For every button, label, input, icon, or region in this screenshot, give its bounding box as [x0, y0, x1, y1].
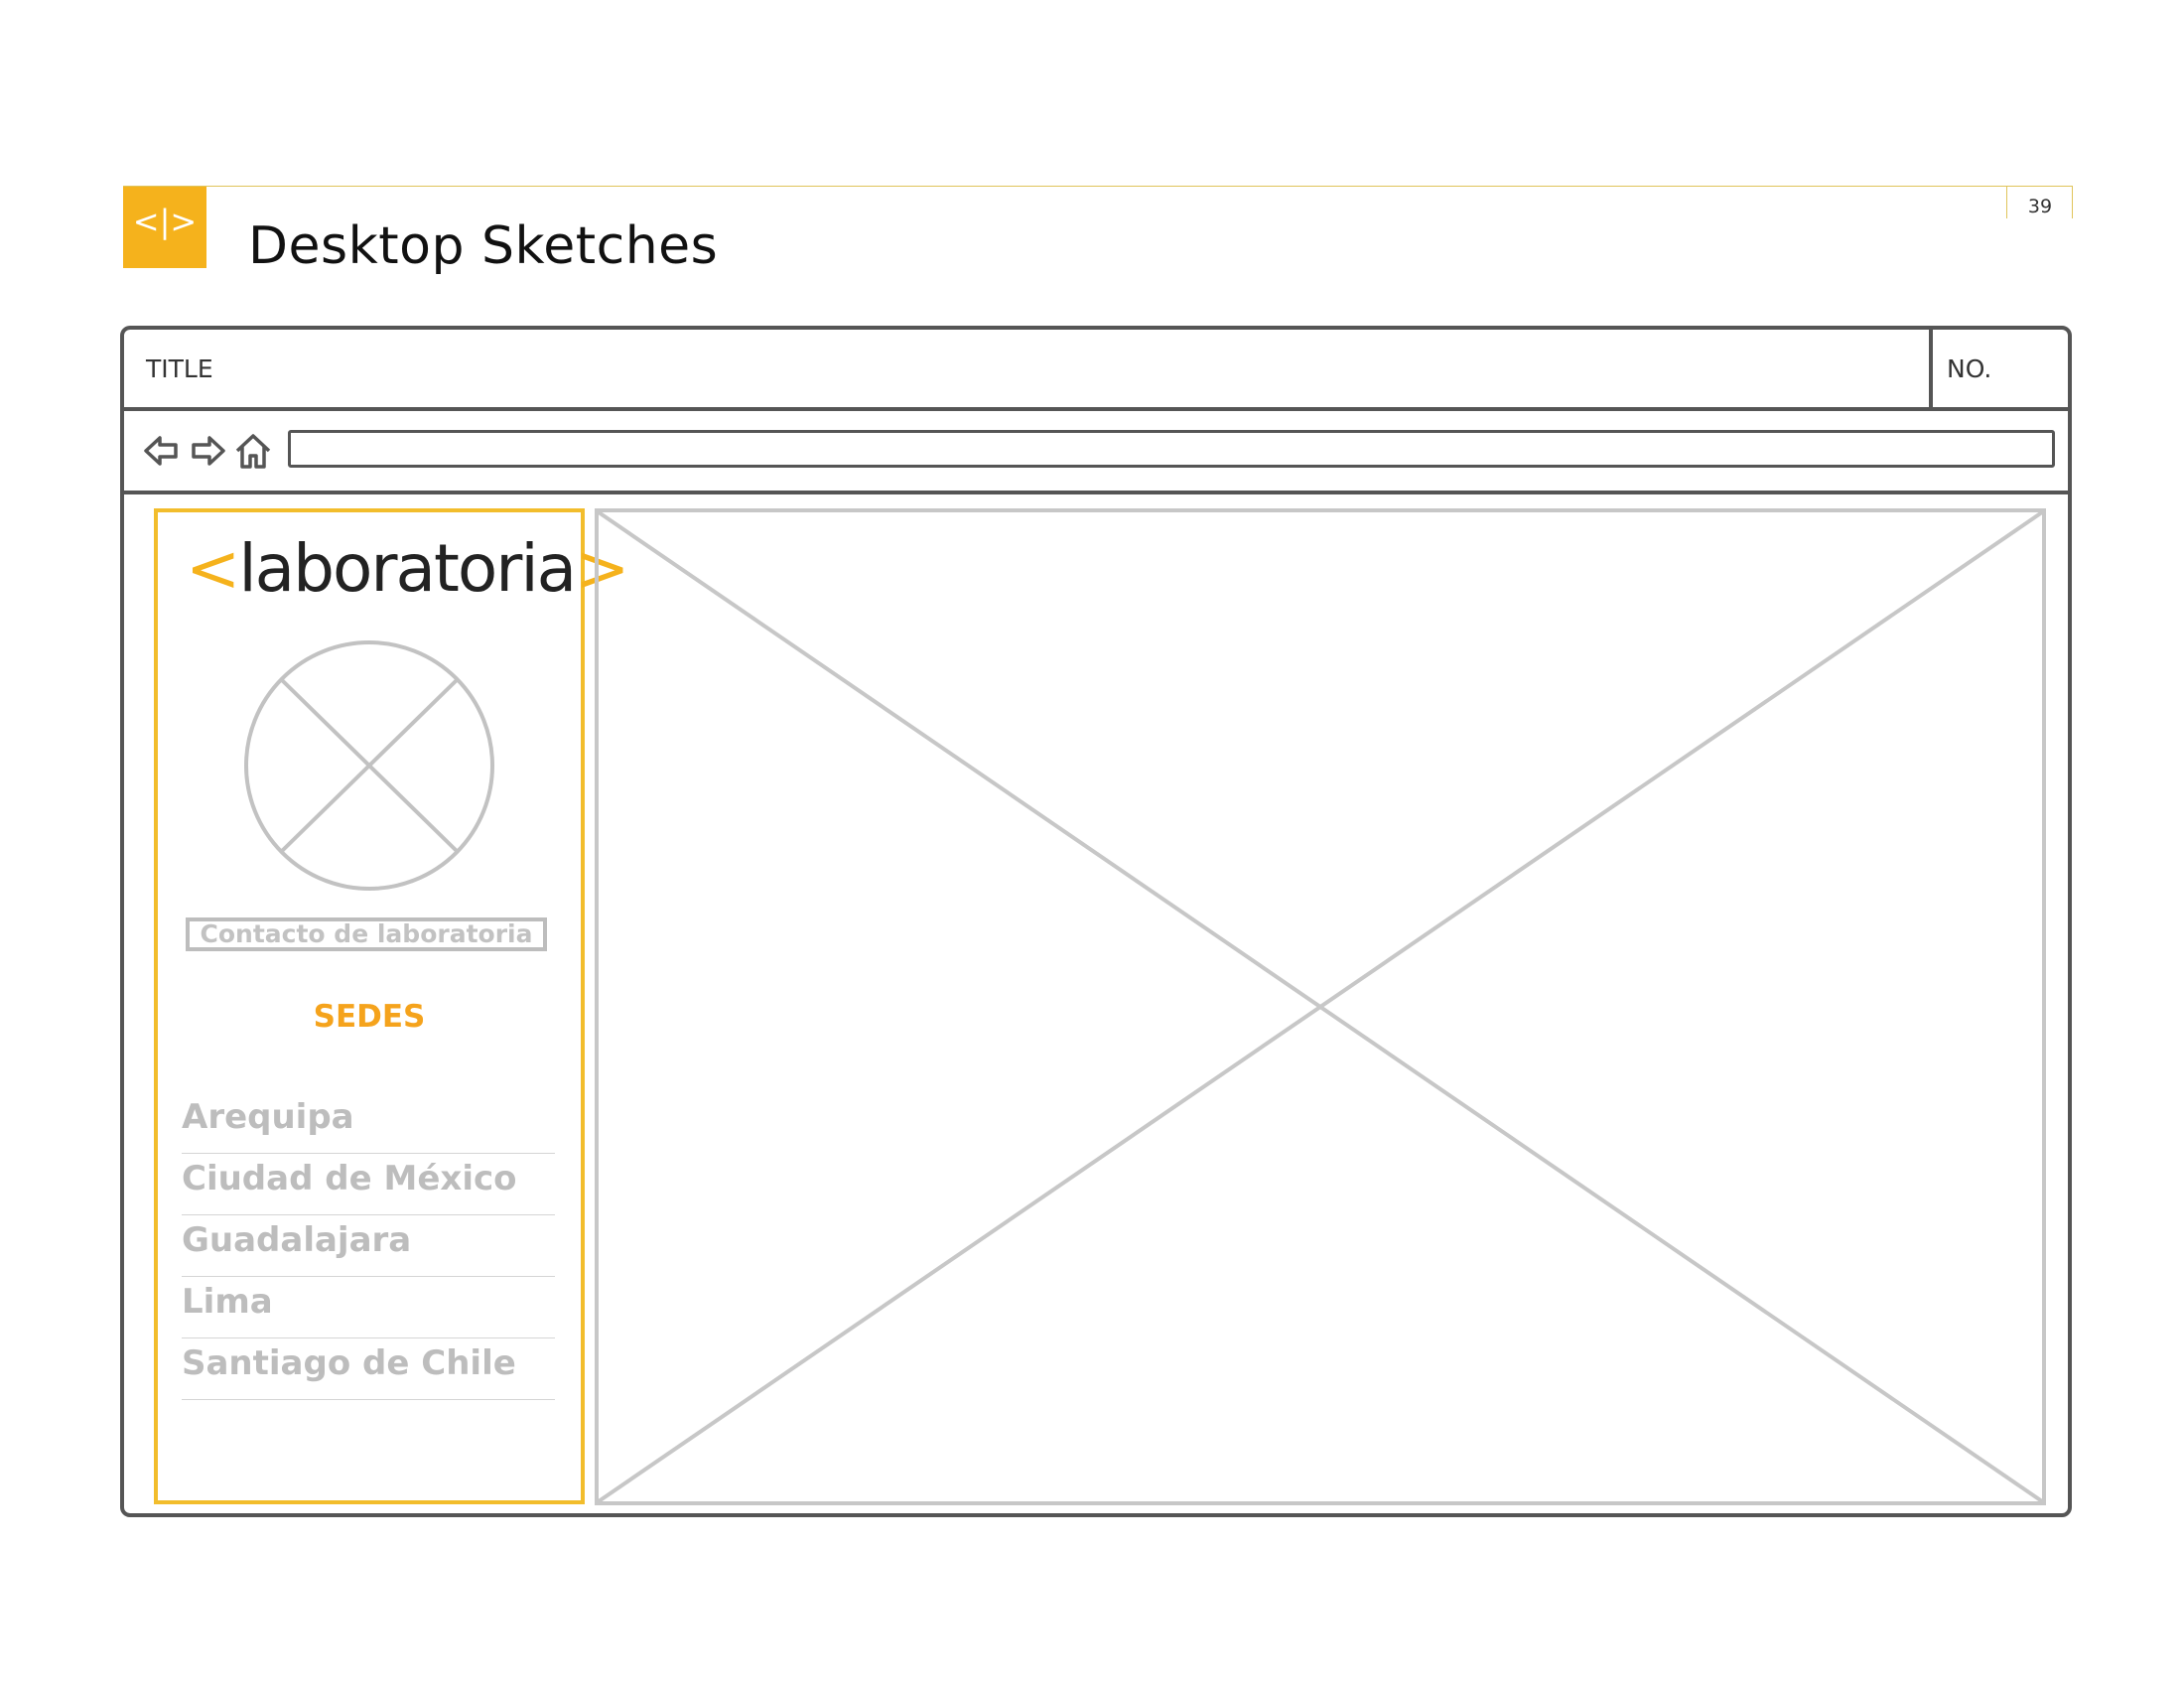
- browser-title-bar: TITLE NO.: [124, 330, 2068, 411]
- city-item-arequipa[interactable]: Arequipa: [182, 1092, 555, 1154]
- code-logo: <|>: [123, 187, 206, 268]
- city-item-santiago-de-chile[interactable]: Santiago de Chile: [182, 1338, 555, 1400]
- city-item-lima[interactable]: Lima: [182, 1277, 555, 1338]
- contact-button[interactable]: Contacto de laboratoria: [186, 917, 547, 951]
- browser-sketch: TITLE NO. <laboratoria> Contacto de labo…: [120, 326, 2072, 1517]
- header-rule: [123, 186, 2073, 187]
- image-placeholder-icon: [599, 512, 2042, 1501]
- browser-nav-bar: [124, 411, 2068, 494]
- city-item-guadalajara[interactable]: Guadalajara: [182, 1215, 555, 1277]
- page-number-divider-right: [2072, 186, 2073, 218]
- number-cell: NO.: [1929, 330, 2068, 407]
- city-list: Arequipa Ciudad de México Guadalajara Li…: [182, 1092, 555, 1400]
- sedes-heading: SEDES: [313, 999, 426, 1035]
- brand-name: laboratoria: [238, 530, 577, 607]
- arrow-right-icon[interactable]: [188, 431, 227, 471]
- sidebar: <laboratoria> Contacto de laboratoria SE…: [154, 508, 629, 1504]
- title-label: TITLE: [146, 354, 213, 383]
- home-icon[interactable]: [233, 431, 273, 471]
- page-number: 39: [2027, 196, 2053, 217]
- number-label: NO.: [1947, 354, 1992, 383]
- main-image-placeholder: [595, 508, 2046, 1505]
- brand-logo: <laboratoria>: [186, 530, 629, 607]
- arrow-left-icon[interactable]: [142, 431, 182, 471]
- page-title: Desktop Sketches: [248, 216, 719, 276]
- avatar-placeholder-icon: [244, 640, 494, 891]
- page-number-divider: [2006, 186, 2007, 218]
- code-logo-glyph: <|>: [132, 203, 198, 240]
- city-item-ciudad-de-mexico[interactable]: Ciudad de México: [182, 1154, 555, 1215]
- url-input[interactable]: [288, 430, 2055, 468]
- brand-open-bracket: <: [186, 530, 240, 607]
